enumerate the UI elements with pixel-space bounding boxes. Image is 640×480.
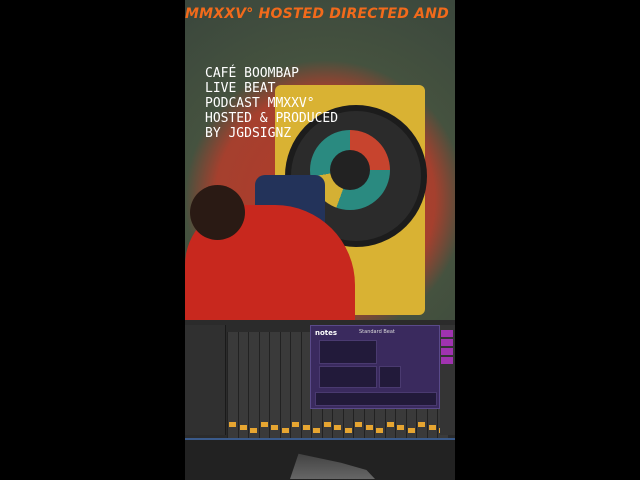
plugin-logo: notes — [315, 329, 338, 337]
mixer-channel — [269, 332, 280, 442]
channel-fader[interactable] — [260, 422, 268, 427]
channel-fader[interactable] — [239, 425, 247, 430]
preset-name[interactable]: Standard Beat — [359, 329, 395, 335]
plugin-display — [319, 366, 377, 388]
channel-fader[interactable] — [397, 425, 404, 430]
title-line: CAFÉ BOOMBAP — [205, 66, 299, 81]
browser-panel — [185, 325, 226, 435]
channel-fader[interactable] — [323, 422, 331, 427]
channel-fader[interactable] — [271, 425, 278, 430]
channel-fader[interactable] — [250, 428, 257, 433]
channel-fader[interactable] — [344, 428, 352, 433]
title-line: BY JGDSIGNZ — [205, 126, 292, 141]
person-head — [190, 185, 245, 240]
channel-fader[interactable] — [355, 422, 362, 427]
channel-fader[interactable] — [281, 428, 289, 433]
plugin-display — [379, 366, 401, 388]
channel-fader[interactable] — [334, 425, 341, 430]
channel-fader[interactable] — [229, 422, 236, 427]
mixer-channel — [279, 332, 291, 442]
channel-fader[interactable] — [365, 425, 373, 430]
title-line: PODCAST MMXXV° — [205, 96, 315, 111]
channel-fader[interactable] — [428, 425, 436, 430]
plugin-display — [319, 340, 377, 364]
scrolling-ticker: MMXXV° HOSTED DIRECTED AND — [185, 6, 449, 22]
channel-fader[interactable] — [302, 425, 310, 430]
mixer-channel — [248, 332, 259, 442]
channel-fader[interactable] — [407, 428, 415, 433]
plugin-window: notes Standard Beat — [310, 325, 440, 409]
mixer-channel — [237, 332, 249, 442]
device-chain — [185, 438, 455, 480]
speaker-center — [330, 150, 370, 190]
video-frame: MMXXV° HOSTED DIRECTED AND CAFÉ BOOMBAP … — [185, 0, 455, 480]
daw-screen: notes Standard Beat — [185, 320, 455, 480]
channel-fader[interactable] — [292, 422, 299, 427]
mixer-channel — [290, 332, 301, 442]
mixer-channel — [258, 332, 270, 442]
clip-list — [440, 325, 455, 435]
title-line: HOSTED & PRODUCED — [205, 111, 339, 126]
podcast-title: CAFÉ BOOMBAP LIVE BEAT PODCAST MMXXV° HO… — [205, 66, 338, 141]
mixer-channel — [227, 332, 238, 442]
studio-scene: MMXXV° HOSTED DIRECTED AND CAFÉ BOOMBAP … — [185, 0, 455, 320]
step-sequencer[interactable] — [315, 392, 437, 406]
channel-fader[interactable] — [376, 428, 383, 433]
channel-fader[interactable] — [386, 422, 394, 427]
eq-display[interactable] — [290, 453, 375, 479]
title-line: LIVE BEAT — [205, 81, 276, 96]
channel-fader[interactable] — [418, 422, 425, 427]
channel-fader[interactable] — [313, 428, 320, 433]
